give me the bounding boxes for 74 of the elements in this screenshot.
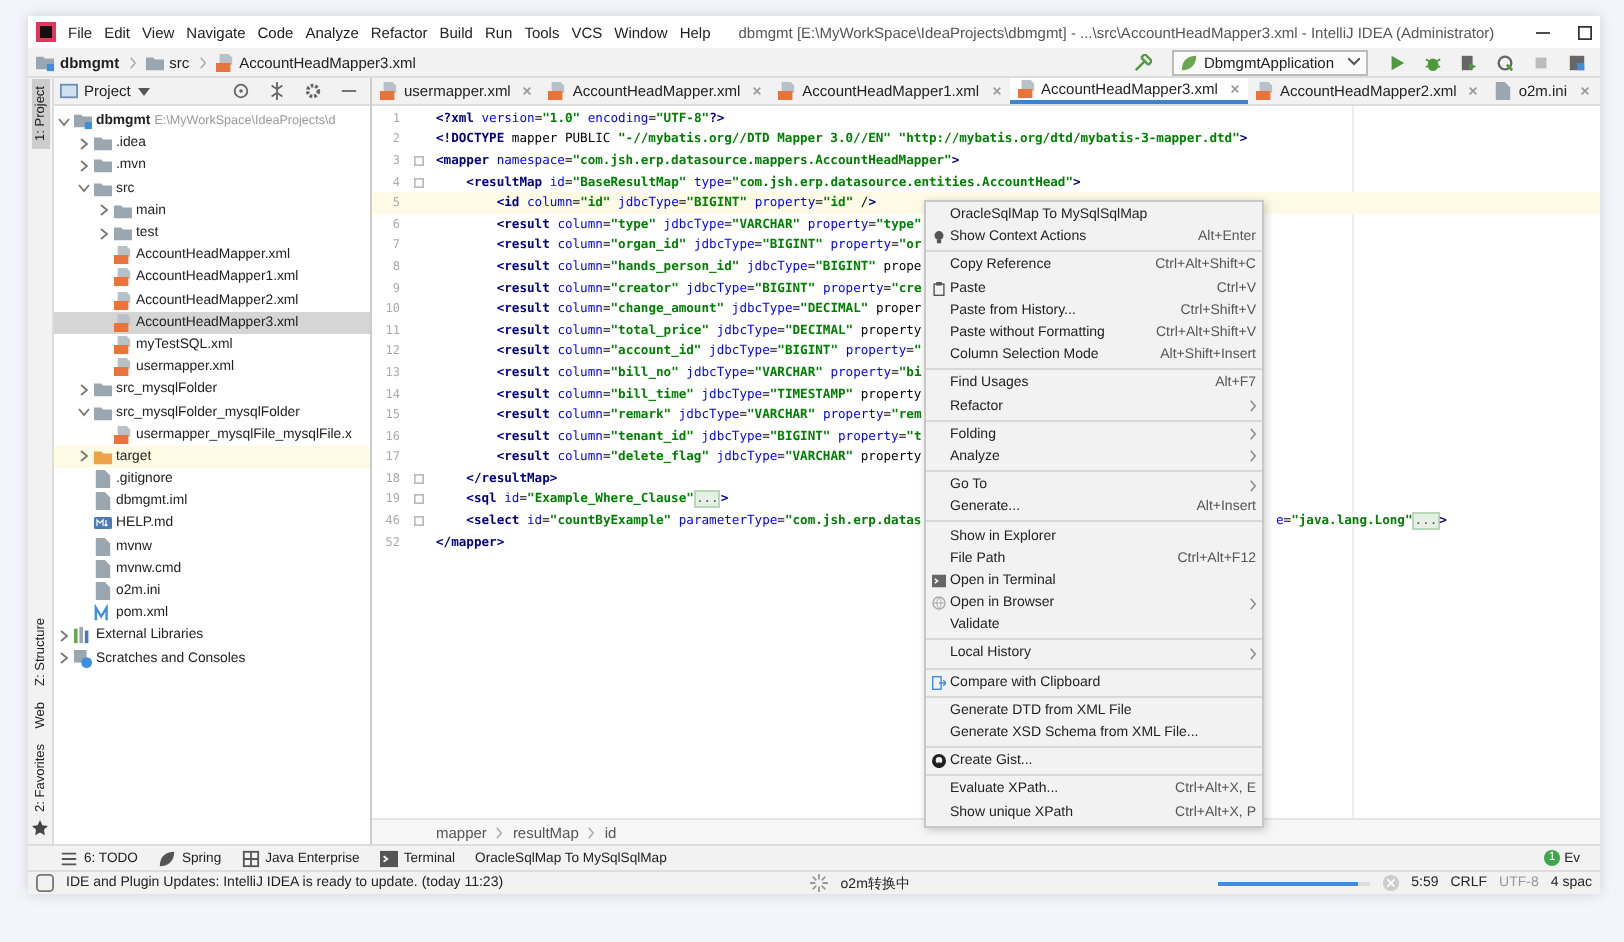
xml-file-icon — [380, 82, 398, 100]
spring-leaf-icon — [1179, 53, 1198, 71]
chevron-right-icon — [129, 55, 136, 69]
settings-icon[interactable] — [304, 82, 322, 100]
markdown-file-icon — [94, 514, 112, 533]
project-structure-icon[interactable] — [1568, 53, 1586, 71]
chevron-right-icon — [199, 55, 206, 69]
profiler-icon[interactable] — [1496, 53, 1514, 71]
fold-marker-icon[interactable] — [413, 516, 423, 527]
chevron-down-icon[interactable] — [78, 182, 90, 195]
folder-icon — [94, 447, 112, 466]
module-folder-icon — [36, 53, 54, 71]
maven-file-icon — [94, 604, 112, 623]
close-icon[interactable] — [991, 86, 1002, 96]
close-icon[interactable] — [522, 86, 533, 96]
clipboard-icon — [931, 281, 945, 296]
chevron-right-icon — [1250, 479, 1256, 492]
close-icon[interactable] — [752, 86, 763, 96]
file-icon — [1494, 82, 1513, 100]
chevron-right-icon[interactable] — [78, 383, 90, 396]
terminal-icon — [931, 573, 945, 588]
chevron-right-icon[interactable] — [78, 450, 90, 463]
xml-file-icon — [114, 291, 132, 310]
fold-marker-icon[interactable] — [413, 473, 423, 484]
chevron-right-icon — [1250, 400, 1256, 413]
module-folder-icon — [74, 112, 92, 131]
close-icon[interactable] — [1579, 86, 1590, 96]
app-logo-icon — [36, 22, 56, 42]
chevron-down-icon[interactable] — [78, 406, 90, 419]
compare-icon — [931, 675, 945, 690]
chevron-right-icon — [1250, 597, 1256, 610]
coverage-icon[interactable] — [1460, 53, 1478, 71]
xml-file-icon — [114, 335, 132, 354]
chevron-right-icon — [588, 825, 595, 839]
panel-icon — [60, 82, 78, 100]
spinner-icon — [810, 874, 829, 892]
maximize-icon[interactable] — [1578, 25, 1592, 39]
close-icon[interactable] — [1229, 84, 1240, 94]
fold-marker-icon[interactable] — [413, 155, 423, 166]
scratches-icon — [74, 649, 92, 668]
terminal-icon — [379, 849, 398, 867]
xml-file-icon — [114, 268, 132, 287]
locate-icon[interactable] — [232, 82, 250, 100]
xml-file-icon — [114, 358, 132, 377]
globe-icon — [931, 596, 945, 611]
caret-icon — [1348, 58, 1360, 66]
folder-icon — [145, 53, 164, 71]
chevron-right-icon — [1250, 647, 1256, 660]
xml-file-icon — [778, 82, 797, 100]
library-icon — [74, 626, 92, 645]
chevron-down-icon[interactable] — [58, 115, 70, 128]
github-icon — [931, 754, 945, 769]
status-toggle-icon[interactable] — [36, 874, 54, 892]
grid-icon — [241, 849, 260, 867]
chevron-right-icon — [496, 825, 503, 839]
caret-icon — [138, 87, 151, 95]
bug-icon[interactable] — [1424, 53, 1442, 71]
list-icon — [60, 849, 78, 867]
fold-marker-icon[interactable] — [413, 494, 423, 505]
fold-marker-icon[interactable] — [413, 177, 423, 188]
leaf-icon — [157, 849, 176, 867]
xml-file-icon — [114, 313, 132, 332]
xml-file-icon — [114, 425, 132, 444]
run-icon[interactable] — [1388, 53, 1406, 71]
xml-file-icon — [1017, 80, 1036, 98]
collapse-all-icon[interactable] — [268, 82, 286, 100]
xml-file-icon — [548, 82, 567, 100]
star-icon — [32, 820, 48, 836]
xml-file-icon — [215, 53, 234, 71]
xml-file-icon — [114, 246, 132, 265]
hammer-icon[interactable] — [1133, 53, 1152, 71]
close-icon[interactable] — [1468, 86, 1479, 96]
xml-file-icon — [1255, 82, 1274, 100]
lightbulb-icon — [931, 230, 945, 245]
